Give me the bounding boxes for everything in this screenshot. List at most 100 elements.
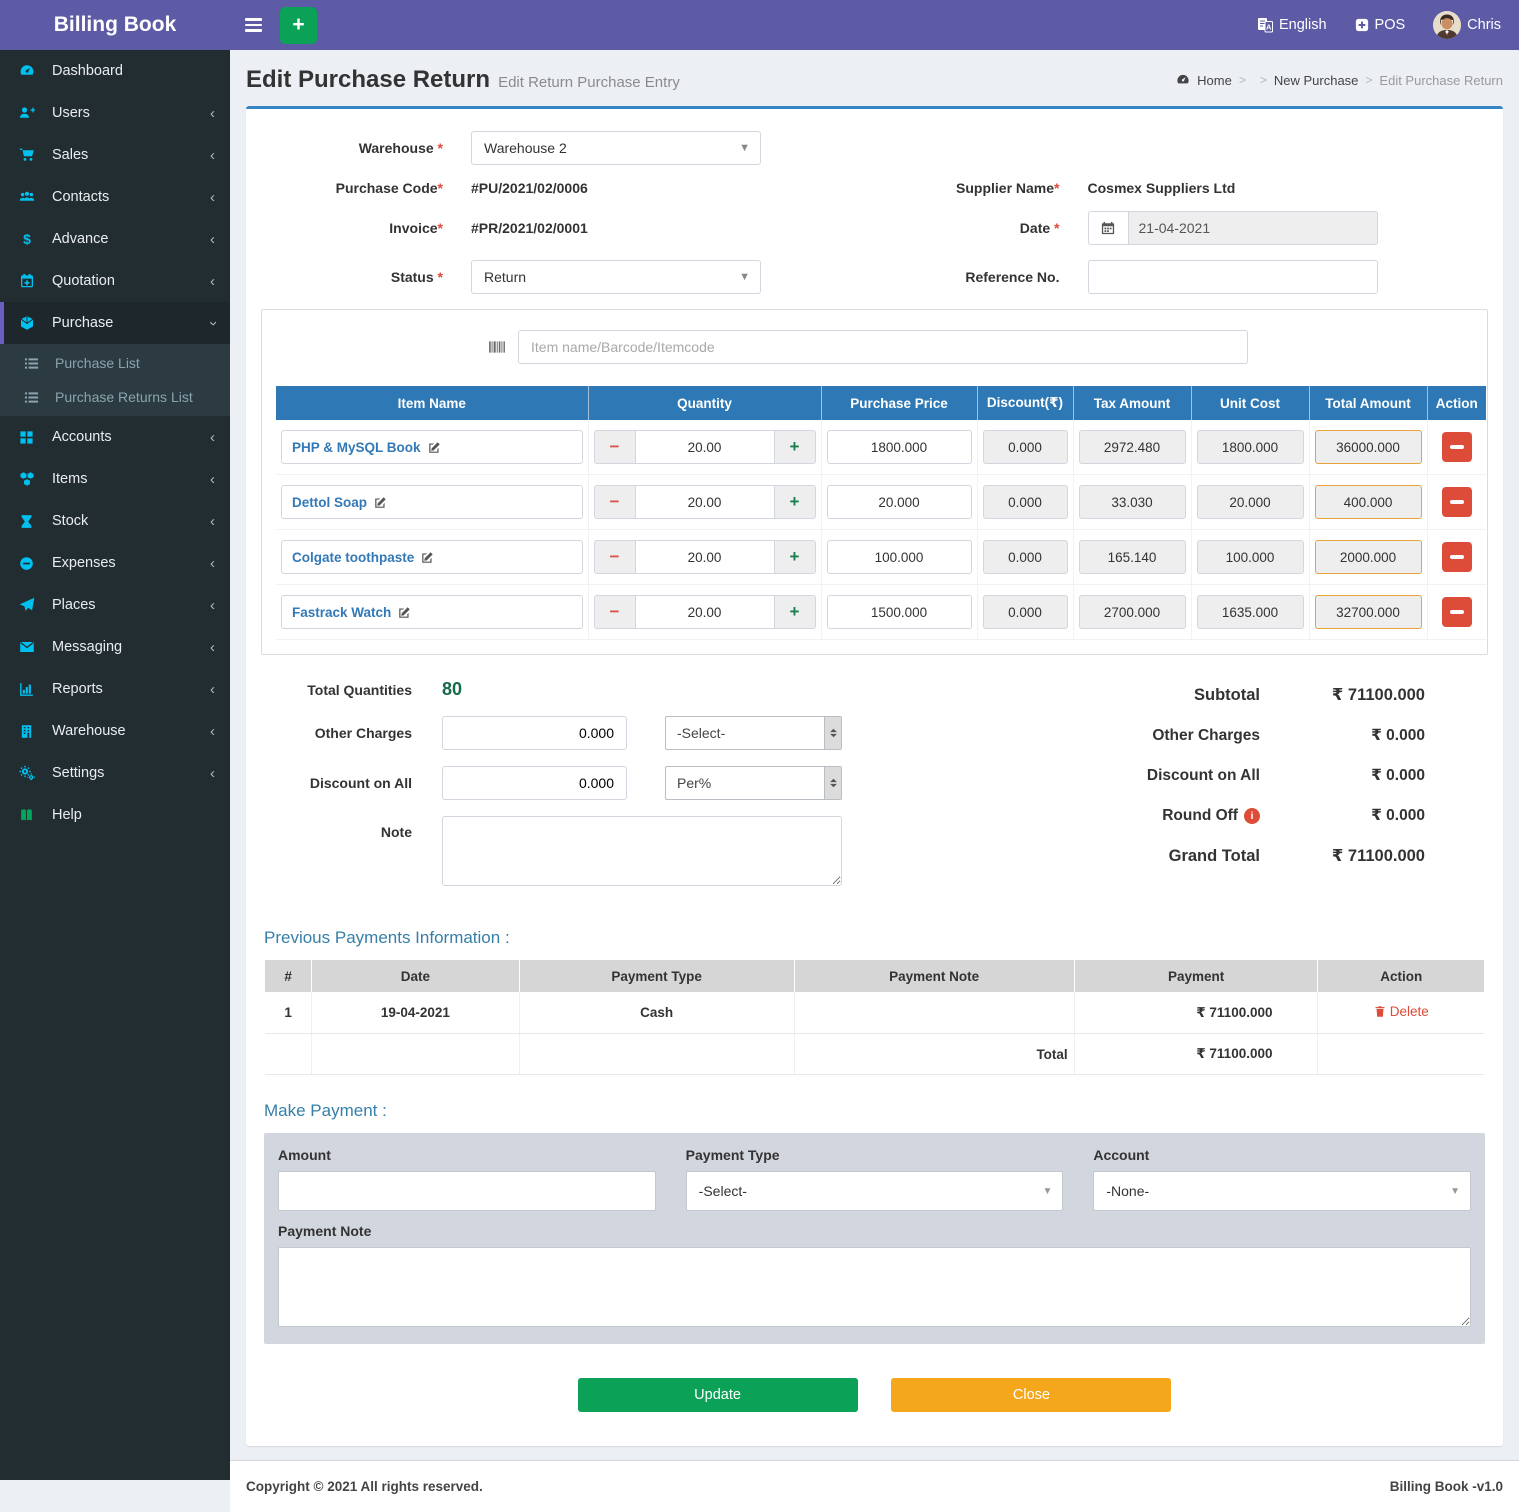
app-brand[interactable]: Billing Book [0,0,230,50]
unit-cost-value: 1800.000 [1197,430,1304,464]
language-menu[interactable]: A English [1257,17,1327,33]
edit-icon[interactable] [421,551,434,564]
sidebar-item-purchase-returns-list[interactable]: Purchase Returns List [0,380,230,414]
quick-add-button[interactable]: + [280,7,317,44]
item-link[interactable]: Fastrack Watch [292,605,391,620]
item-name-box: Colgate toothpaste [281,540,583,574]
other-charges-input[interactable] [442,716,627,750]
list-icon [24,356,46,371]
items-panel: Item Name Quantity Purchase Price Discou… [261,309,1488,655]
quantity-increase-button[interactable]: + [775,486,815,518]
quantity-increase-button[interactable]: + [775,431,815,463]
sidebar-item-dashboard[interactable]: Dashboard [0,50,230,92]
sidebar-item-advance[interactable]: $ Advance ‹ [0,218,230,260]
envelope-icon [19,639,43,655]
quantity-decrease-button[interactable]: − [595,486,635,518]
item-link[interactable]: PHP & MySQL Book [292,440,421,455]
sidebar-item-stock[interactable]: Stock ‹ [0,500,230,542]
update-button[interactable]: Update [578,1378,858,1412]
sidebar-item-purchase[interactable]: Purchase ‹ [0,302,230,344]
items-table-header: Item Name Quantity Purchase Price Discou… [276,386,1486,420]
user-menu[interactable]: Chris [1433,11,1501,39]
close-button[interactable]: Close [891,1378,1171,1412]
remove-item-button[interactable] [1442,487,1472,517]
sidebar-item-accounts[interactable]: Accounts ‹ [0,416,230,458]
previous-payments-title: Previous Payments Information : [264,928,1485,948]
sidebar-item-quotation[interactable]: Quotation ‹ [0,260,230,302]
breadcrumb-new-purchase[interactable]: New Purchase [1274,73,1359,88]
remove-item-button[interactable] [1442,597,1472,627]
quantity-increase-button[interactable]: + [775,596,815,628]
amount-input[interactable] [278,1171,656,1211]
chevron-left-icon: ‹ [210,472,215,487]
invoice-value: #PR/2021/02/0001 [471,220,588,236]
payment-type-select[interactable]: -Select- ▼ [686,1171,1064,1211]
gears-icon [19,765,43,781]
invoice-label: Invoice* [258,220,443,236]
date-label: Date * [875,220,1060,236]
sidebar-item-settings[interactable]: Settings ‹ [0,752,230,794]
quantity-input[interactable] [635,431,775,463]
reference-no-field[interactable] [1088,260,1378,294]
delete-payment-button[interactable]: Delete [1374,1004,1429,1019]
chevron-left-icon: ‹ [210,724,215,739]
info-icon[interactable]: i [1244,808,1260,824]
sidebar-item-messaging[interactable]: Messaging ‹ [0,626,230,668]
sidebar-item-users[interactable]: Users ‹ [0,92,230,134]
sidebar-item-sales[interactable]: Sales ‹ [0,134,230,176]
item-search-input[interactable] [518,330,1248,364]
item-link[interactable]: Dettol Soap [292,495,367,510]
sidebar-item-contacts[interactable]: Contacts ‹ [0,176,230,218]
chevron-down-icon: ▼ [739,142,750,154]
sidebar-item-items[interactable]: Items ‹ [0,458,230,500]
sidebar-item-expenses[interactable]: Expenses ‹ [0,542,230,584]
edit-icon[interactable] [428,441,441,454]
remove-item-button[interactable] [1442,432,1472,462]
purchase-price-input[interactable] [827,485,972,519]
payment-note [794,992,1074,1034]
sidebar-toggle-icon[interactable] [230,0,276,50]
quantity-decrease-button[interactable]: − [595,431,635,463]
warehouse-select[interactable]: Warehouse 2 ▼ [471,131,761,165]
purchase-price-input[interactable] [827,595,972,629]
date-field[interactable] [1128,211,1378,245]
unit-cost-value: 1635.000 [1197,595,1304,629]
edit-purchase-return-card: Warehouse * Warehouse 2 ▼ Purchase Code*… [246,106,1503,1446]
sidebar-item-places[interactable]: Places ‹ [0,584,230,626]
discount-value: 0.000 [983,595,1068,629]
chevron-left-icon: ‹ [210,640,215,655]
edit-icon[interactable] [398,606,411,619]
sidebar-item-warehouse[interactable]: Warehouse ‹ [0,710,230,752]
edit-icon[interactable] [374,496,387,509]
purchase-price-input[interactable] [827,540,972,574]
pos-menu[interactable]: POS [1355,17,1406,33]
other-charges-select[interactable]: -Select- [665,716,842,750]
note-textarea[interactable] [442,816,842,886]
chevron-down-icon: ▼ [1042,1186,1052,1197]
account-select[interactable]: -None- ▼ [1093,1171,1471,1211]
discount-on-all-input[interactable] [442,766,627,800]
quantity-input[interactable] [635,596,775,628]
quantity-input[interactable] [635,486,775,518]
payments-total-row: Total ₹ 71100.000 [265,1034,1484,1075]
payment-note-textarea[interactable] [278,1247,1471,1327]
sidebar-item-purchase-list[interactable]: Purchase List [0,346,230,380]
list-icon [24,390,46,405]
quantity-input[interactable] [635,541,775,573]
breadcrumb: Home > > New Purchase > Edit Purchase Re… [1176,73,1503,88]
sidebar-item-reports[interactable]: Reports ‹ [0,668,230,710]
discount-type-select[interactable]: Per% [665,766,842,800]
sidebar-item-help[interactable]: Help [0,794,230,836]
quantity-decrease-button[interactable]: − [595,596,635,628]
item-link[interactable]: Colgate toothpaste [292,550,414,565]
remove-item-button[interactable] [1442,542,1472,572]
status-select[interactable]: Return ▼ [471,260,761,294]
breadcrumb-home[interactable]: Home [1197,73,1232,88]
chevron-left-icon: ‹ [210,106,215,121]
quantity-decrease-button[interactable]: − [595,541,635,573]
version-text: Billing Book -v1.0 [1390,1479,1503,1494]
discount-on-all-total-value: ₹ 0.000 [1260,766,1485,785]
quantity-increase-button[interactable]: + [775,541,815,573]
purchase-price-input[interactable] [827,430,972,464]
status-label: Status * [258,269,443,285]
